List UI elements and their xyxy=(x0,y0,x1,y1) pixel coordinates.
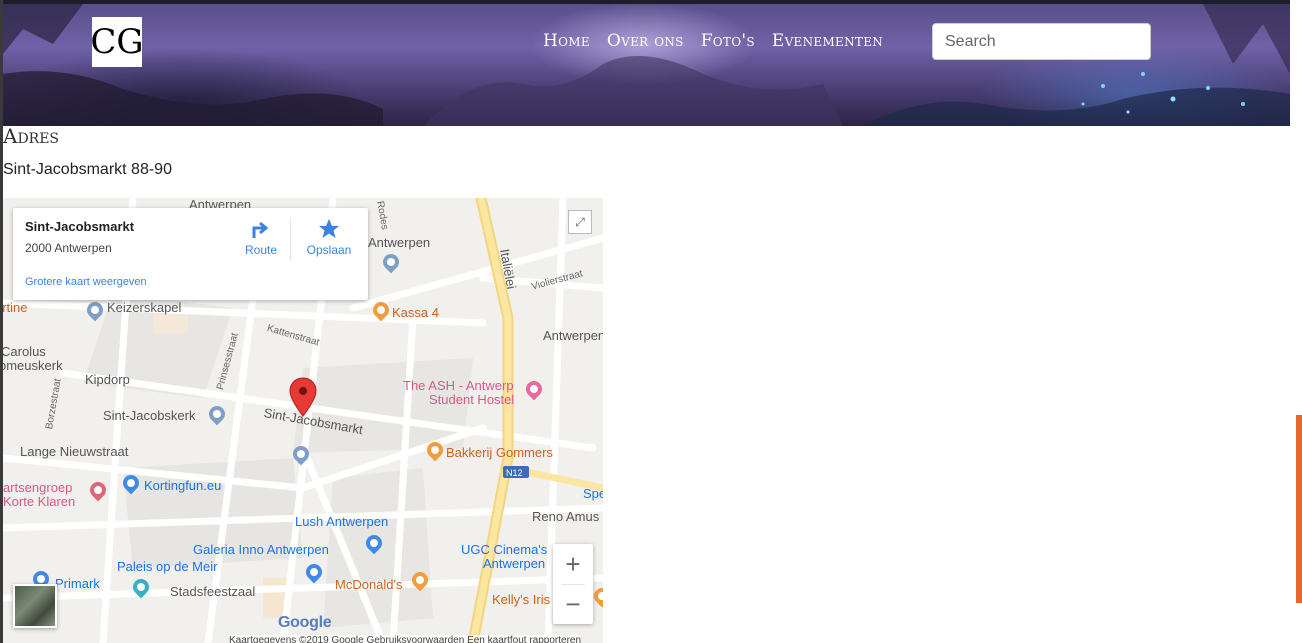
map-poi-label[interactable]: Kassa 4 xyxy=(392,306,439,320)
address-text: Sint-Jacobsmarkt 88-90 xyxy=(3,161,172,178)
map-label: Stadsfeestzaal xyxy=(170,584,256,599)
map-poi-label[interactable]: UGC Cinema's xyxy=(461,543,547,557)
map-poi-label[interactable]: artsengroep xyxy=(3,481,72,495)
nav-fotos[interactable]: Foto's xyxy=(701,31,755,51)
place-address: 2000 Antwerpen xyxy=(25,241,112,255)
map-label: Antwerpen xyxy=(368,235,431,250)
place-name: Sint-Jacobsmarkt xyxy=(25,219,135,234)
map-label: omeuskerk xyxy=(3,358,63,373)
map-label: Kipdorp xyxy=(85,372,130,387)
map-label: artine xyxy=(3,300,28,315)
nav-over-ons[interactable]: Over ons xyxy=(607,31,684,51)
map-label: Spe xyxy=(583,486,603,501)
map-poi-label[interactable]: Antwerpen xyxy=(483,557,545,571)
save-label: Opslaan xyxy=(306,243,352,257)
directions-icon xyxy=(252,221,269,238)
map-poi-label[interactable]: Galeria Inno Antwerpen xyxy=(193,543,329,557)
map-poi-label[interactable]: Primark xyxy=(55,577,100,591)
map-poi-label[interactable]: Student Hostel xyxy=(429,393,514,407)
map-label: Lange Nieuwstraat xyxy=(20,444,129,459)
zoom-control: + − xyxy=(553,544,593,624)
section-title: Adres xyxy=(3,124,60,148)
nav-home[interactable]: Home xyxy=(543,31,590,51)
star-icon xyxy=(319,219,339,238)
map-footer[interactable]: Kaartgegevens ©2019 Google Gebruiksvoorw… xyxy=(229,635,582,643)
map-label: Antwerpen xyxy=(543,328,603,343)
route-button[interactable]: Route xyxy=(241,218,281,257)
map-label: Keizerskapel xyxy=(107,300,182,315)
route-label: Route xyxy=(244,243,278,257)
save-button[interactable]: Opslaan xyxy=(303,218,355,257)
zoom-out-button[interactable]: − xyxy=(553,584,593,624)
map-label: Carolus xyxy=(3,344,46,359)
map-marker-icon[interactable] xyxy=(287,376,319,420)
map-poi-label[interactable]: Korte Klaren xyxy=(3,495,75,509)
site-logo[interactable]: CG xyxy=(90,17,144,67)
main-nav: Home Over ons Foto's Evenementen xyxy=(543,31,883,51)
place-info-card: Sint-Jacobsmarkt 2000 Antwerpen Grotere … xyxy=(13,208,368,300)
nav-evenementen[interactable]: Evenementen xyxy=(772,31,883,51)
map-poi-label[interactable]: McDonald's xyxy=(335,578,403,592)
map-poi-label[interactable]: Bakkerij Gommers xyxy=(446,446,553,460)
satellite-toggle[interactable] xyxy=(13,584,57,628)
bigger-map-link[interactable]: Grotere kaart weergeven xyxy=(25,276,147,288)
search-input[interactable] xyxy=(932,23,1151,60)
zoom-divider xyxy=(561,584,585,585)
road-shield: N12 xyxy=(506,468,523,478)
card-divider xyxy=(290,218,291,260)
embedded-map[interactable]: Antwerpen Antwerpen Antwerpen Kassa 4 Ke… xyxy=(3,198,603,643)
map-poi-label[interactable]: Lush Antwerpen xyxy=(295,515,388,529)
map-poi-label[interactable]: Paleis op de Meir xyxy=(117,560,217,574)
scrollbar-thumb[interactable] xyxy=(1296,415,1302,603)
site-header: CG Home Over ons Foto's Evenementen xyxy=(3,4,1290,126)
map-poi-label[interactable]: Kelly's Iris xyxy=(492,593,550,607)
map-label: Sint-Jacobskerk xyxy=(103,408,196,423)
map-label: Reno Amus xyxy=(532,509,600,524)
fullscreen-icon[interactable]: ⤢ xyxy=(568,210,592,234)
zoom-in-button[interactable]: + xyxy=(553,544,593,584)
google-logo: Google xyxy=(278,614,332,631)
logo-mark: CG xyxy=(90,22,144,62)
map-poi-label[interactable]: Kortingfun.eu xyxy=(144,479,221,493)
map-poi-label[interactable]: The ASH - Antwerp xyxy=(403,379,514,393)
